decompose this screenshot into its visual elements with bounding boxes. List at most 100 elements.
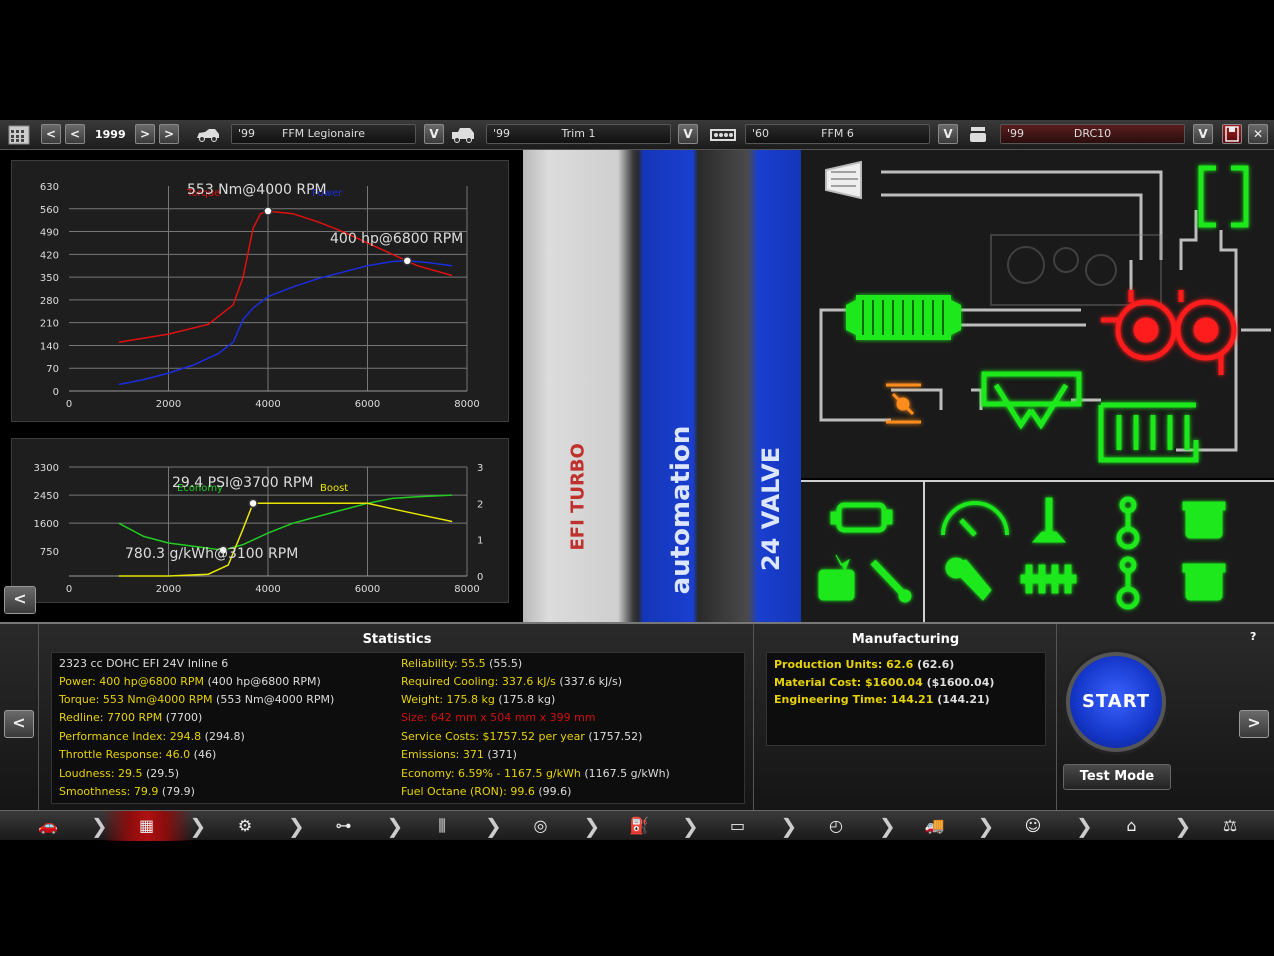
bottom-end-icon[interactable]: ⚙ (200, 811, 290, 841)
year-next-fast-button[interactable]: > (159, 124, 179, 144)
navigation-bar: 🚗 ❯ ▦ ❯ ⚙ ❯ ⊶ ❯ ⫼ ❯ ◎ ❯ ⛽ ❯ ▭ ❯ ◴ ❯ 🚚 ❯ ☺ ❯ ⌂ ❯ ⚖ (0, 810, 1274, 841)
valve-icon[interactable] (1031, 497, 1067, 543)
stat-right-6-base-value: (1167.5 g/kWh) (580, 767, 670, 780)
stat-right-2-label: Weight: 175.8 kg (401, 693, 495, 706)
manufacturing-panel: Manufacturing (754, 624, 1057, 810)
factory-icon[interactable]: ⌂ (1087, 811, 1177, 841)
power-torque-chart: 0 2000 4000 6000 8000 0 70 140 210 280 350 420 490 56… (11, 160, 509, 422)
economy-peak-annotation: 780.3 g/kWh@3100 RPM (125, 546, 298, 562)
manufacturing-title: Manufacturing (851, 632, 960, 647)
y-tick-label: 490 (40, 228, 59, 239)
piston-icon[interactable] (1182, 501, 1226, 539)
camshaft-icon[interactable] (1020, 564, 1077, 594)
fuel-system-icon[interactable]: ⛽ (594, 811, 684, 841)
car-trim-select[interactable]: '99 Trim 1 (486, 124, 671, 144)
car-trim-icon (450, 124, 476, 145)
car-model-name: FFM Legionaire (282, 127, 365, 140)
engine-family-name: FFM 6 (821, 127, 854, 140)
test-mode-button[interactable]: Test Mode (1063, 764, 1171, 790)
x-tick-label: 0 (66, 399, 72, 410)
calendar-icon[interactable] (8, 124, 30, 145)
efi-turbo-label: EFI TURBO (567, 443, 589, 551)
stat-right-6-label: Economy: 6.59% - 1167.5 g/kWh (401, 767, 581, 780)
engine-family-icon (710, 124, 736, 145)
stat-right-7: Fuel Octane (RON): 99.6 (99.6) (401, 785, 571, 798)
manufacturing-line-0-base-value: (62.6) (913, 658, 955, 671)
wrench-icon[interactable] (945, 557, 992, 601)
engine-variant-select[interactable]: '99 DRC10 (1000, 124, 1185, 144)
exhaust-manifold-icon[interactable] (1098, 402, 1199, 463)
y-tick-label: 210 (40, 319, 59, 330)
help-button[interactable]: ? (1250, 630, 1256, 643)
year-prev-fast-button[interactable]: < (41, 124, 61, 144)
engine-damage-icon[interactable] (818, 554, 855, 601)
y2-tick-label: 1 (477, 536, 483, 547)
engine-family-select[interactable]: '60 FFM 6 (745, 124, 930, 144)
stat-left-3-base-value: (7700) (162, 711, 203, 724)
save-icon[interactable] (1222, 124, 1242, 144)
engine-variant-icon (966, 124, 990, 145)
stat-right-5-base-value: (371) (483, 748, 517, 761)
stat-left-6-label: Loudness: 29.5 (59, 767, 143, 780)
crankshaft-rod-icon[interactable] (1116, 556, 1140, 610)
engine-variant-dropdown-button[interactable]: V (1193, 124, 1213, 144)
stat-left-1-base-value: (400 hp@6800 RPM) (203, 675, 321, 688)
car-body-icon[interactable]: 🚗 (3, 811, 93, 841)
top-end-icon[interactable]: ⊶ (299, 811, 389, 841)
24-valve-label: 24 VALVE (757, 446, 785, 572)
car-trim-dropdown-button[interactable]: V (678, 124, 698, 144)
car-model-select[interactable]: '99 FFM Legionaire (231, 124, 416, 144)
gauge-icon[interactable] (941, 501, 1009, 537)
turbocharger-icon[interactable] (1101, 290, 1237, 375)
stat-left-4: Performance Index: 294.8 (294.8) (59, 730, 245, 743)
engine-block-icon[interactable]: ▦ (101, 811, 192, 841)
previous-page-button[interactable]: < (4, 710, 34, 738)
stat-left-5-label: Throttle Response: 46.0 (59, 748, 191, 761)
car-test-icon[interactable]: 🚚 (890, 811, 980, 841)
spark-plug-icon[interactable] (870, 559, 912, 603)
x-tick-label: 0 (66, 584, 72, 595)
manufacturing-line-1: Material Cost: $1600.04 ($1600.04) (774, 676, 994, 689)
car-model-icon (195, 124, 221, 145)
stat-right-7-base-value: (99.6) (534, 785, 572, 798)
y-tick-label: 2450 (34, 491, 59, 502)
intercooler-icon[interactable] (846, 295, 961, 340)
intake-manifold-icon[interactable] (981, 371, 1082, 430)
camshaft-icon[interactable]: ⫼ (397, 811, 487, 841)
stat-right-7-label: Fuel Octane (RON): 99.6 (401, 785, 535, 798)
stat-left-2: Torque: 553 Nm@4000 RPM (553 Nm@4000 RPM… (59, 693, 334, 706)
exhaust-icon[interactable]: ▭ (693, 811, 783, 841)
engineering-icon[interactable]: ☺ (988, 811, 1078, 841)
stat-left-2-base-value: (553 Nm@4000 RPM) (212, 693, 335, 706)
y-tick-label: 630 (40, 182, 59, 193)
engine-check-icon[interactable] (830, 502, 893, 533)
market-icon[interactable]: ⚖ (1185, 811, 1274, 841)
turbo-icon[interactable]: ◎ (496, 811, 586, 841)
stat-left-4-label: Performance Index: 294.8 (59, 730, 202, 743)
year-prev-button[interactable]: < (65, 124, 85, 144)
engine-tuning-icon[interactable]: ◴ (791, 811, 881, 841)
back-button[interactable]: < (4, 586, 36, 614)
year-next-button[interactable]: > (135, 124, 155, 144)
top-toolbar: < < 1999 > > '99 FFM Legionaire V '99 Tr… (0, 120, 1274, 150)
stat-left-3: Redline: 7700 RPM (7700) (59, 711, 202, 724)
stat-right-0: Reliability: 55.5 (55.5) (401, 657, 522, 670)
next-page-button[interactable]: > (1239, 710, 1269, 738)
stat-right-5: Emissions: 371 (371) (401, 748, 517, 761)
forged-piston-icon[interactable] (1182, 563, 1226, 601)
car-model-dropdown-button[interactable]: V (424, 124, 444, 144)
y2-tick-label: 2 (477, 499, 483, 510)
y-tick-label: 750 (40, 547, 59, 558)
engine-cover-image: EFI TURBO automation 24 VALVE (523, 150, 801, 622)
x-tick-label: 4000 (255, 399, 280, 410)
connecting-rod-icon[interactable] (1116, 496, 1140, 550)
close-icon[interactable]: ✕ (1248, 124, 1268, 144)
torque-peak-annotation: 553 Nm@4000 RPM (187, 182, 327, 198)
start-button[interactable]: START (1066, 652, 1166, 752)
exhaust-pipe-icon[interactable] (1198, 165, 1249, 228)
engine-family-dropdown-button[interactable]: V (938, 124, 958, 144)
stat-left-1-label: Power: 400 hp@6800 RPM (59, 675, 204, 688)
x-tick-label: 2000 (156, 399, 181, 410)
engine-schematic (801, 150, 1274, 478)
air-filter-icon[interactable] (825, 160, 862, 200)
